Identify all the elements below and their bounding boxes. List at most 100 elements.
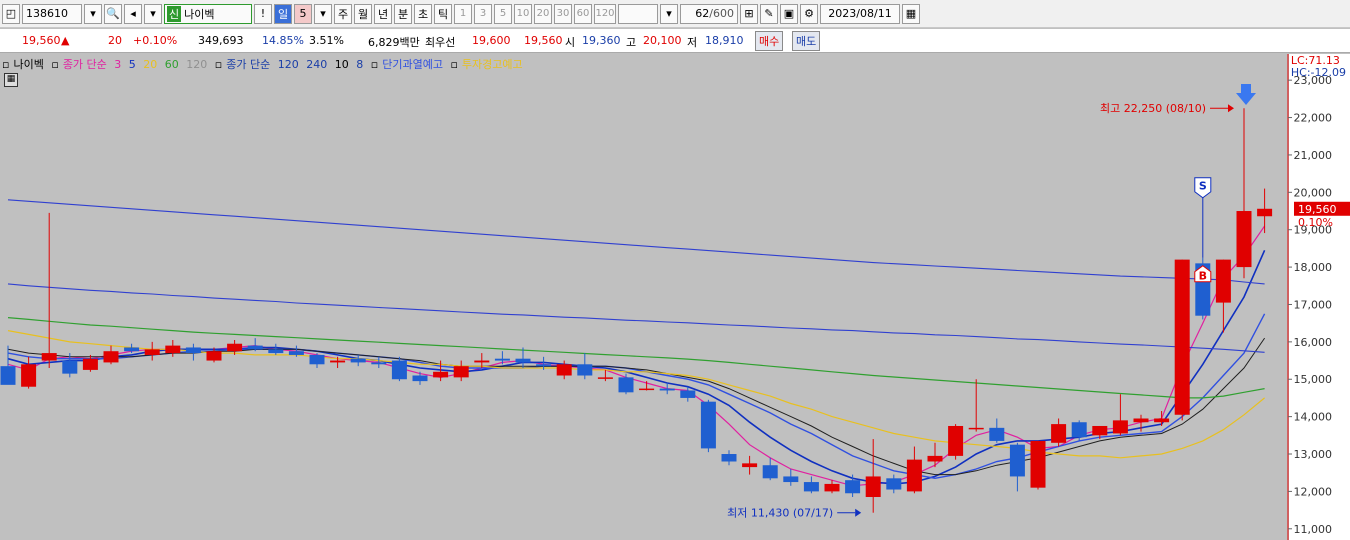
candle-body: [700, 401, 716, 449]
new-listing-tag: 신: [167, 5, 182, 22]
candle-body: [124, 347, 140, 352]
low-label: 저: [687, 36, 698, 49]
draw-tool-icon[interactable]: ✎: [760, 3, 778, 24]
window-menu-icon[interactable]: ◰: [2, 3, 20, 24]
candle-body: [1215, 259, 1231, 303]
legend-checkbox-icon[interactable]: ▫: [2, 58, 9, 71]
candle-body: [185, 347, 201, 354]
period-week-button[interactable]: 주: [334, 3, 352, 24]
y-tick-label: 16,000: [1294, 336, 1333, 349]
gear-icon[interactable]: ⚙: [800, 3, 818, 24]
minute-label: 분: [397, 7, 409, 21]
legend-ma120: 120: [277, 58, 299, 71]
y-tick-label: 15,000: [1294, 373, 1333, 386]
candle-body: [783, 476, 799, 483]
interval-120-button[interactable]: 120: [594, 3, 616, 24]
candle-body: [330, 360, 346, 363]
legend-checkbox-icon[interactable]: ▫: [215, 58, 222, 71]
candle-body: [536, 364, 552, 367]
legend-checkbox-icon[interactable]: ▫: [450, 58, 457, 71]
period-day-button[interactable]: 일: [274, 3, 292, 24]
interval-30-button[interactable]: 30: [554, 3, 572, 24]
interval-custom-input[interactable]: [618, 3, 658, 24]
stock-code-input[interactable]: 138610: [22, 3, 82, 24]
candle-body: [1154, 418, 1170, 423]
candle-body: [659, 388, 675, 391]
period-year-button[interactable]: 년: [374, 3, 392, 24]
high-label: 고: [626, 36, 637, 49]
buy-signal-label: B: [1199, 270, 1207, 283]
high-price: 20,100: [643, 34, 682, 47]
interval-1-button[interactable]: 1: [454, 3, 472, 24]
open-label: 시: [565, 36, 576, 49]
legend-ma20: 20: [143, 58, 158, 71]
period-second-button[interactable]: 초: [414, 3, 432, 24]
grid-toggle-icon[interactable]: ▦: [4, 73, 18, 87]
high-annotation: 최고 22,250 (08/10): [1100, 102, 1206, 115]
legend-checkbox-icon[interactable]: ▫: [51, 58, 58, 71]
second-label: 초: [417, 7, 429, 21]
volume: 349,693: [198, 34, 244, 47]
candle-body: [309, 354, 325, 365]
data-count-max: /600: [709, 7, 734, 20]
candle-body: [494, 358, 510, 361]
interval-3-button[interactable]: 3: [474, 3, 492, 24]
stock-name-field[interactable]: 신 나이벡: [164, 3, 252, 24]
period-minute-button[interactable]: 분: [394, 3, 412, 24]
speaker-icon[interactable]: ◂: [124, 3, 142, 24]
code-dropdown-icon[interactable]: ▾: [84, 3, 102, 24]
period-value-field[interactable]: 5: [294, 3, 312, 24]
candle-body: [639, 388, 655, 391]
candle-body: [762, 465, 778, 479]
interval-10-button[interactable]: 10: [514, 3, 532, 24]
candle-body: [371, 362, 387, 365]
stock-name: 나이벡: [184, 7, 215, 21]
calendar-icon[interactable]: ▦: [902, 3, 920, 24]
alert-label: !: [260, 7, 266, 20]
up-arrow-icon: ▲: [61, 34, 70, 47]
candle-body: [618, 377, 634, 393]
hc-value: HC:-12.09: [1290, 66, 1346, 79]
price-chart[interactable]: 최고 22,250 (08/10)최저 11,430 (07/17)SB 23,…: [0, 54, 1350, 540]
month-label: 월: [357, 7, 369, 21]
legend-checkbox-icon[interactable]: ▫: [371, 58, 378, 71]
period-month-button[interactable]: 월: [354, 3, 372, 24]
buy-button[interactable]: 매수: [755, 31, 784, 51]
y-tick-label: 17,000: [1294, 298, 1333, 311]
candle-body: [206, 351, 222, 361]
candle-body: [433, 371, 449, 378]
interval-5-button[interactable]: 5: [494, 3, 512, 24]
y-tick-label: 18,000: [1294, 261, 1333, 274]
lc-hc-readout: LC:71.13 HC:-12.09: [1291, 55, 1346, 79]
alert-button[interactable]: !: [254, 3, 272, 24]
save-icon[interactable]: ▣: [780, 3, 798, 24]
sell-button[interactable]: 매도: [792, 31, 821, 51]
date-value: 2023/08/11: [828, 7, 892, 20]
interval-20-button[interactable]: 20: [534, 3, 552, 24]
period-dropdown-icon[interactable]: ▾: [314, 3, 332, 24]
candle-body: [1009, 444, 1025, 477]
interval-60-button[interactable]: 60: [574, 3, 592, 24]
y-tick-label: 14,000: [1294, 411, 1333, 424]
week-label: 주: [337, 7, 349, 21]
legend-ma60: 60: [164, 58, 179, 71]
candle-body: [865, 476, 881, 498]
legend-warning-overheat: 단기과열예고: [382, 58, 443, 71]
data-count-field[interactable]: 62/600: [680, 3, 738, 24]
candle-body: [886, 478, 902, 490]
speaker-dropdown-icon[interactable]: ▾: [144, 3, 162, 24]
candle-body: [144, 349, 160, 355]
trade-amount: 6,829백만: [368, 36, 420, 49]
search-icon[interactable]: 🔍: [104, 3, 122, 24]
candle-body: [1257, 208, 1273, 217]
period-tick-button[interactable]: 틱: [434, 3, 452, 24]
date-field[interactable]: 2023/08/11: [820, 3, 900, 24]
candle-body: [989, 427, 1005, 441]
candle-body: [845, 480, 861, 494]
best-ask: 19,600: [472, 34, 511, 47]
low-annotation: 최저 11,430 (07/17): [727, 507, 833, 520]
candle-body: [41, 353, 57, 361]
candle-body: [0, 366, 16, 385]
chart-type-icon[interactable]: ⊞: [740, 3, 758, 24]
interval-dropdown-icon[interactable]: ▾: [660, 3, 678, 24]
